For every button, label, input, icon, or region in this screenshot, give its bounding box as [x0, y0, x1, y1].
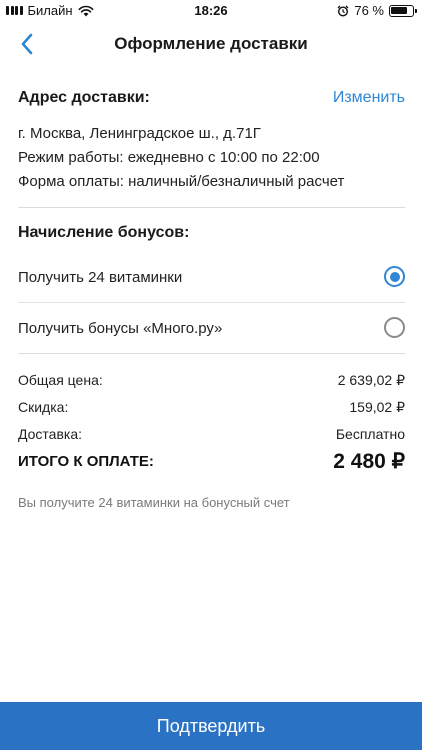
- radio-unchecked-icon[interactable]: [384, 317, 405, 338]
- status-bar: Билайн 18:26 76 %: [0, 0, 422, 22]
- summary-label: Доставка:: [18, 426, 83, 442]
- alarm-icon: [337, 5, 349, 17]
- page-title: Оформление доставки: [114, 34, 308, 53]
- confirm-button[interactable]: Подтвердить: [0, 702, 422, 750]
- radio-checked-icon[interactable]: [384, 266, 405, 287]
- order-summary: Общая цена: 2 639,02 ₽ Скидка: 159,02 ₽ …: [18, 366, 405, 510]
- address-header: Адрес доставки: Изменить: [18, 66, 405, 122]
- payment-form-line: Форма оплаты: наличный/безналичный расче…: [18, 173, 345, 190]
- bonus-option-mnogo[interactable]: Получить бонусы «Много.ру»: [18, 303, 405, 353]
- summary-value: 2 639,02 ₽: [337, 372, 405, 388]
- divider: [18, 353, 405, 354]
- bonus-heading: Начисление бонусов:: [18, 224, 190, 241]
- summary-row-grand-total: ИТОГО К ОПЛАТЕ: 2 480 ₽: [18, 447, 405, 481]
- main-content: Адрес доставки: Изменить г. Москва, Лени…: [18, 66, 405, 510]
- divider: [18, 207, 405, 208]
- summary-value: 159,02 ₽: [349, 399, 405, 415]
- summary-row-total-price: Общая цена: 2 639,02 ₽: [18, 366, 405, 393]
- address-details: г. Москва, Ленинградское ш., д.71Г Режим…: [18, 122, 405, 194]
- summary-row-discount: Скидка: 159,02 ₽: [18, 393, 405, 420]
- battery-icon: [389, 4, 417, 17]
- battery-fill: [391, 6, 407, 15]
- battery-percent: 76 %: [354, 3, 384, 18]
- grand-total-label: ИТОГО К ОПЛАТЕ:: [18, 453, 154, 470]
- summary-label: Скидка:: [18, 399, 69, 415]
- summary-value: Бесплатно: [335, 426, 405, 442]
- change-address-link[interactable]: Изменить: [333, 89, 405, 107]
- address-heading: Адрес доставки:: [18, 89, 150, 106]
- bonus-option-label: Получить бонусы «Много.ру»: [18, 319, 223, 337]
- nav-bar: Оформление доставки: [0, 22, 422, 66]
- status-right: 76 %: [337, 3, 417, 18]
- summary-row-delivery: Доставка: Бесплатно: [18, 420, 405, 447]
- address-line: г. Москва, Ленинградское ш., д.71Г: [18, 125, 261, 142]
- bonus-option-label: Получить 24 витаминки: [18, 268, 183, 286]
- working-hours-line: Режим работы: ежедневно с 10:00 по 22:00: [18, 149, 320, 166]
- grand-total-value: 2 480 ₽: [333, 450, 405, 473]
- bonus-note: Вы получите 24 витаминки на бонусный сче…: [18, 495, 290, 510]
- summary-label: Общая цена:: [18, 372, 103, 388]
- bonus-option-vitamins[interactable]: Получить 24 витаминки: [18, 252, 405, 302]
